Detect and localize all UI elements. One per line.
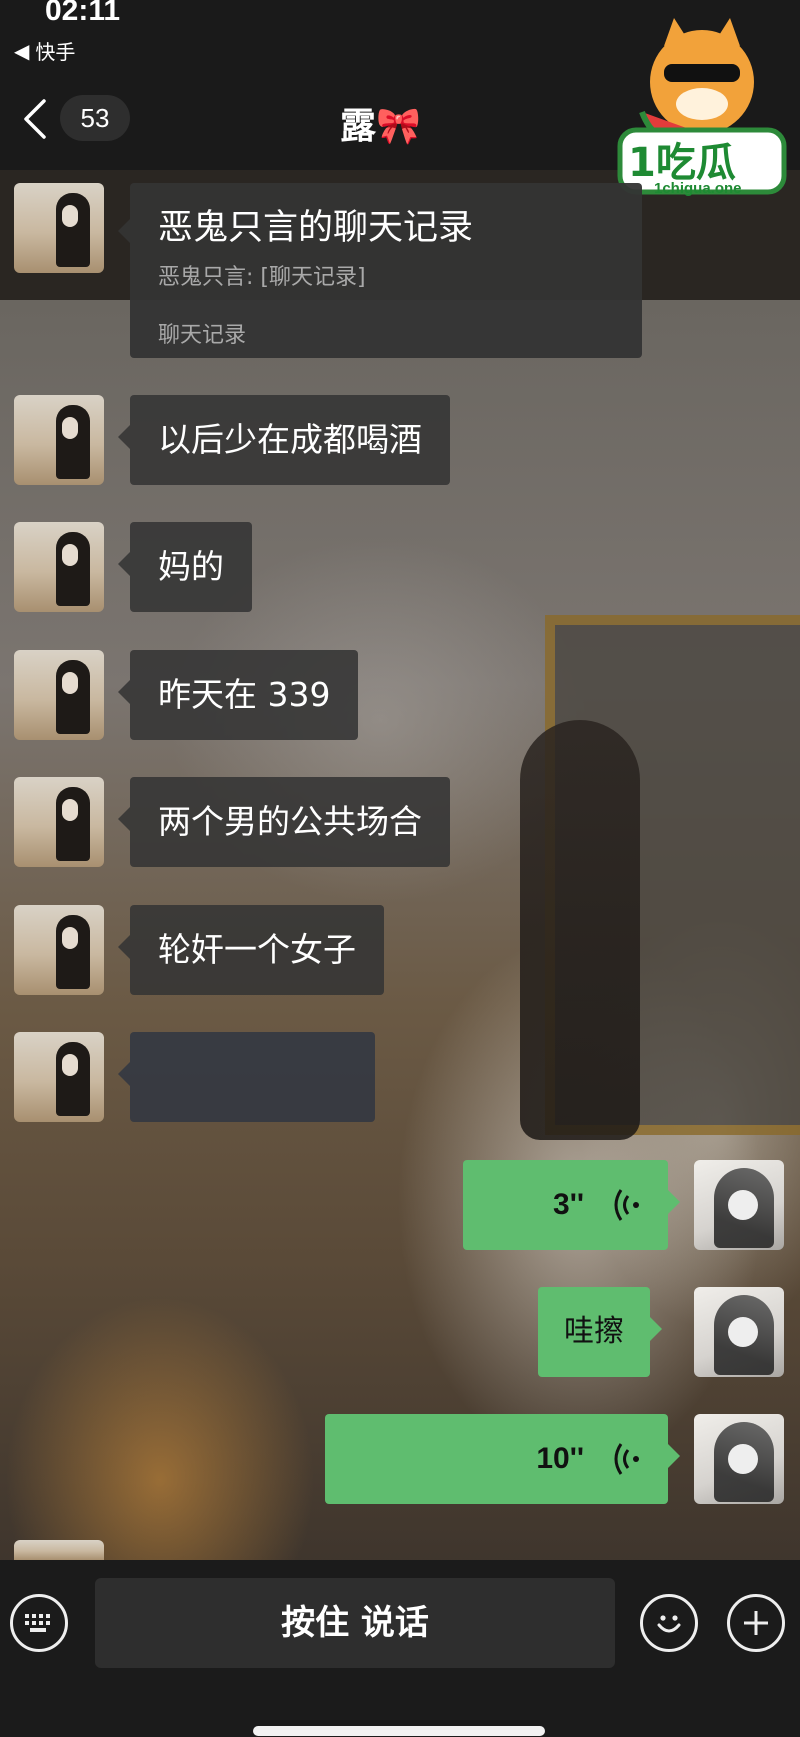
- logo-url: 1chigua.one: [654, 180, 742, 197]
- card-title: 恶鬼只言的聊天记录: [158, 208, 474, 248]
- unread-count-badge: 53: [60, 95, 130, 141]
- incoming-message-redacted[interactable]: [118, 1032, 375, 1122]
- plus-icon: [744, 1611, 768, 1635]
- incoming-message[interactable]: 轮奸一个女子: [118, 905, 384, 995]
- keyboard-icon: [25, 1614, 50, 1632]
- my-avatar[interactable]: [694, 1414, 784, 1504]
- incoming-message[interactable]: 昨天在 339: [117, 650, 359, 740]
- back-app-label: 快手: [35, 40, 76, 64]
- voice-wave-icon: [614, 1189, 639, 1221]
- chat-title[interactable]: 露🎀: [340, 97, 421, 149]
- contact-avatar[interactable]: [14, 1032, 104, 1122]
- more-actions-button[interactable]: [727, 1594, 785, 1652]
- back-button[interactable]: [20, 97, 50, 141]
- voice-duration: 10'': [536, 1442, 584, 1475]
- contact-avatar[interactable]: [14, 777, 104, 867]
- my-avatar[interactable]: [694, 1287, 784, 1377]
- background-person: [520, 720, 640, 1140]
- contact-avatar-partial: [14, 1540, 104, 1560]
- incoming-message[interactable]: 妈的: [118, 522, 252, 612]
- incoming-message[interactable]: 以后少在成都喝酒: [118, 395, 450, 485]
- watermark-logo: 1吃瓜 1chigua.one: [612, 12, 792, 212]
- card-subtitle: 恶鬼只言: [聊天记录]: [158, 265, 366, 290]
- outgoing-voice-message[interactable]: 10'': [325, 1414, 680, 1504]
- card-footer: 聊天记录: [158, 323, 247, 348]
- back-to-app-link[interactable]: ◀ 快手: [14, 36, 75, 65]
- status-time: 02:11: [45, 0, 121, 27]
- smiley-icon: [657, 1615, 681, 1633]
- home-indicator[interactable]: [253, 1726, 545, 1736]
- keyboard-toggle-button[interactable]: [10, 1594, 68, 1652]
- contact-avatar[interactable]: [14, 395, 104, 485]
- my-avatar[interactable]: [694, 1160, 784, 1250]
- contact-avatar[interactable]: [14, 522, 104, 612]
- chevron-left-icon: [24, 99, 46, 139]
- contact-avatar[interactable]: [14, 905, 104, 995]
- incoming-message[interactable]: 两个男的公共场合: [118, 777, 450, 867]
- contact-avatar[interactable]: [14, 650, 104, 740]
- input-bar: 按住 说话: [0, 1560, 800, 1737]
- contact-avatar[interactable]: [14, 183, 104, 273]
- emoji-button[interactable]: [640, 1594, 698, 1652]
- outgoing-message[interactable]: 哇擦: [538, 1287, 662, 1377]
- chat-record-card[interactable]: 恶鬼只言的聊天记录 恶鬼只言: [聊天记录] 聊天记录: [118, 183, 642, 358]
- hold-to-talk-button[interactable]: 按住 说话: [95, 1578, 615, 1668]
- back-triangle-icon: ◀: [14, 38, 30, 63]
- outgoing-voice-message[interactable]: 3'': [463, 1160, 680, 1250]
- voice-duration: 3'': [553, 1188, 584, 1221]
- voice-wave-icon: [614, 1443, 639, 1475]
